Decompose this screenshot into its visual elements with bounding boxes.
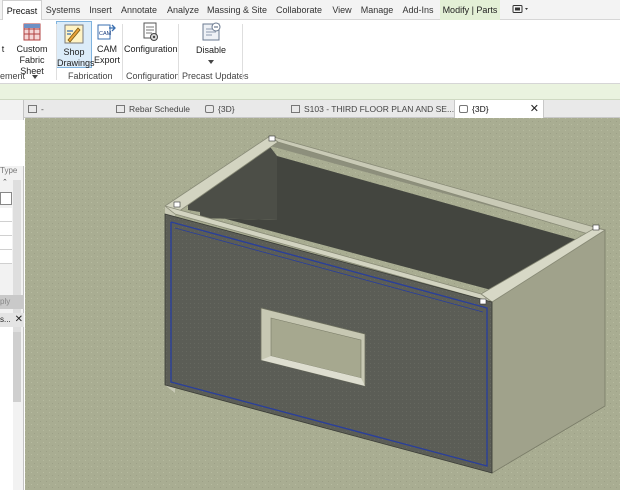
cam-export-icon: CAM — [97, 24, 116, 40]
apply-label: ply — [0, 297, 11, 306]
properties-preview — [0, 120, 24, 166]
corner-joint — [173, 201, 181, 208]
browser-label: s... — [0, 315, 11, 324]
view-tab-label: {3D} — [218, 104, 235, 114]
browser-scrollbar[interactable] — [13, 332, 21, 402]
scroll-up-icon[interactable]: ⌃ — [2, 178, 10, 186]
custom-fabric-sheet-button[interactable]: Custom Fabric Sheet — [12, 22, 52, 77]
3d-view-icon — [205, 105, 214, 113]
panel-label-precast-updates: Precast Updates — [182, 71, 249, 81]
quick-view-dropdown[interactable] — [510, 0, 534, 20]
ribbon-tab-bar: Precast Systems Insert Annotate Analyze … — [0, 0, 620, 20]
view-tab-rebar-schedule[interactable]: Rebar Schedule — [116, 100, 200, 118]
view-tab-1[interactable]: - — [28, 100, 108, 118]
ribbon-partial-button[interactable]: t — [0, 44, 6, 55]
tab-systems[interactable]: Systems — [43, 0, 83, 20]
cam-export-line1: CAM — [97, 44, 117, 54]
panel-label-configuration: Configuration — [126, 71, 180, 81]
cam-export-line2: Export — [94, 55, 121, 65]
shop-drawings-line1: Shop — [63, 47, 85, 57]
configuration-icon — [143, 22, 158, 41]
apply-button[interactable]: ply — [0, 295, 24, 309]
panel-divider — [122, 24, 123, 80]
property-field[interactable] — [0, 192, 12, 205]
view-tab-label: {3D} — [472, 104, 489, 114]
configuration-button[interactable]: Configuration — [124, 22, 178, 55]
partial-label: t — [1, 44, 5, 54]
project-browser-header[interactable]: s... ✕ — [0, 313, 24, 327]
type-selector[interactable]: Type — [0, 166, 17, 175]
view-tab-3d[interactable]: {3D} — [205, 100, 285, 118]
property-rows — [0, 208, 12, 278]
panel-divider — [242, 24, 243, 80]
options-bar — [0, 84, 620, 100]
cam-export-button[interactable]: CAM CAM Export — [94, 22, 120, 66]
close-icon[interactable]: ✕ — [15, 313, 23, 327]
3d-viewport[interactable] — [25, 118, 620, 490]
panel-element-text: ement — [0, 71, 26, 81]
view-tab-label: - — [41, 104, 44, 114]
panel-divider — [56, 24, 57, 80]
3d-view-icon — [459, 105, 468, 113]
tab-view[interactable]: View — [329, 0, 355, 20]
custom-fabric-line1: Custom — [16, 44, 48, 54]
tab-analyze[interactable]: Analyze — [164, 0, 202, 20]
panel-divider — [178, 24, 179, 80]
view-tab-s103[interactable]: S103 - THIRD FLOOR PLAN AND SE... — [291, 100, 455, 118]
corner-joint — [479, 298, 487, 305]
fabric-sheet-icon — [23, 23, 41, 41]
shop-drawings-icon — [64, 24, 84, 44]
tab-add-ins[interactable]: Add-Ins — [399, 0, 437, 20]
view-icon — [28, 105, 37, 113]
tab-insert[interactable]: Insert — [86, 0, 115, 20]
configuration-button-label: Configuration — [124, 44, 178, 54]
panel-label-element[interactable]: ement — [0, 71, 38, 81]
shop-drawings-button[interactable]: Shop Drawings — [56, 21, 95, 68]
close-icon[interactable]: ✕ — [530, 100, 539, 118]
tab-modify-parts[interactable]: Modify | Parts — [440, 0, 500, 20]
view-tab-3d-active[interactable]: {3D} ✕ — [454, 100, 544, 118]
disable-label: Disable — [195, 45, 226, 55]
project-browser-tree[interactable] — [0, 327, 13, 490]
3d-model-view[interactable] — [25, 118, 620, 490]
view-tab-bar: ✕ - Rebar Schedule {3D} S103 - THIRD FLO… — [0, 100, 620, 118]
schedule-icon — [116, 105, 125, 113]
chevron-down-icon — [208, 60, 214, 64]
panel-label-fabrication: Fabrication — [68, 71, 113, 81]
corner-joint — [592, 224, 600, 231]
ribbon-panel: t Custom Fabric Sheet Shop Drawings CAM … — [0, 20, 620, 84]
plan-view-icon — [291, 105, 300, 113]
view-tab-label: Rebar Schedule — [129, 104, 190, 114]
properties-panel-strip: Type ⌃ ply s... ✕ — [0, 100, 24, 490]
tab-precast[interactable]: Precast — [2, 0, 42, 20]
disable-precast-updates-button[interactable]: Disable — [194, 21, 228, 67]
tab-massing-site[interactable]: Massing & Site — [205, 0, 269, 20]
tab-annotate[interactable]: Annotate — [118, 0, 160, 20]
chevron-down-icon — [31, 75, 38, 79]
disable-updates-icon — [202, 22, 221, 41]
view-toggle-icon — [512, 5, 528, 13]
corner-joint — [268, 135, 276, 142]
type-label: Type — [0, 166, 18, 175]
shop-drawings-line2: Drawings — [57, 58, 95, 68]
tab-collaborate[interactable]: Collaborate — [273, 0, 325, 20]
tab-manage[interactable]: Manage — [358, 0, 396, 20]
view-tab-label: S103 - THIRD FLOOR PLAN AND SE... — [304, 104, 455, 114]
cam-icon-text: CAM — [99, 31, 112, 37]
